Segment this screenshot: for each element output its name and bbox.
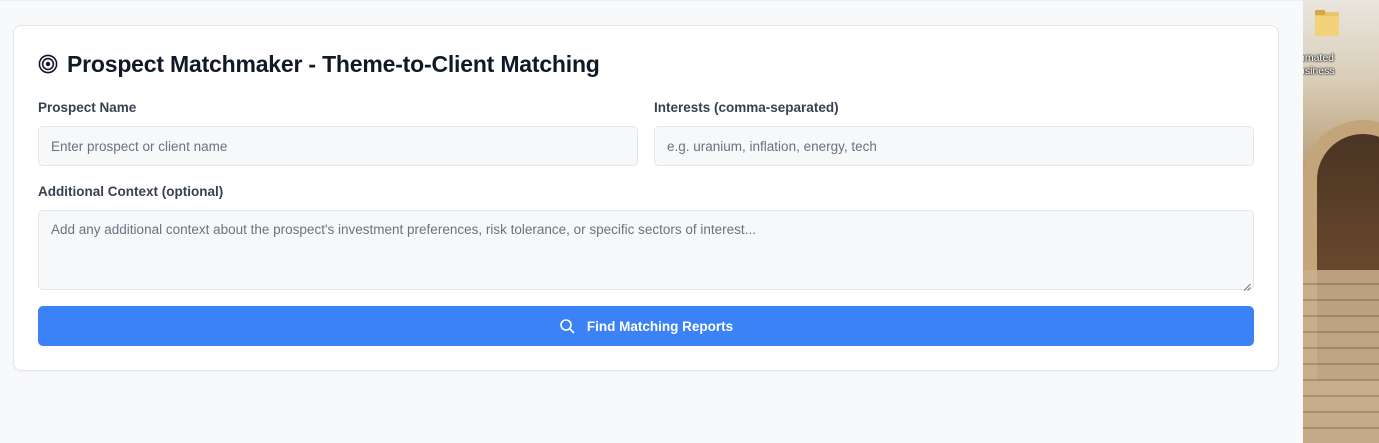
interests-input[interactable]: e.g. uranium, inflation, energy, tech: [654, 126, 1254, 166]
desktop-background: omated usiness: [1303, 0, 1379, 443]
desktop-shortcut-label-line2: usiness: [1303, 65, 1335, 77]
resize-grip-icon[interactable]: [1243, 279, 1251, 291]
additional-context-label: Additional Context (optional): [38, 184, 224, 199]
target-icon: [38, 54, 58, 74]
find-matching-reports-label: Find Matching Reports: [586, 318, 734, 334]
folder-icon[interactable]: [1315, 8, 1339, 38]
top-divider: [0, 0, 1303, 1]
prospect-name-label: Prospect Name: [38, 100, 137, 115]
find-matching-reports-button[interactable]: Find Matching Reports: [38, 306, 1254, 346]
page-title: Prospect Matchmaker - Theme-to-Client Ma…: [38, 50, 600, 78]
prospect-name-input[interactable]: Enter prospect or client name: [38, 126, 638, 166]
desktop-shortcut-label-line1: omated: [1303, 52, 1335, 64]
additional-context-textarea[interactable]: Add any additional context about the pro…: [38, 210, 1254, 291]
stone-wall: [1303, 270, 1379, 443]
search-icon: [559, 318, 575, 334]
app-area: Prospect Matchmaker - Theme-to-Client Ma…: [0, 0, 1303, 443]
additional-context-placeholder: Add any additional context about the pro…: [51, 222, 756, 237]
prospect-name-placeholder: Enter prospect or client name: [51, 138, 228, 154]
matchmaker-card: Prospect Matchmaker - Theme-to-Client Ma…: [13, 25, 1279, 371]
page-title-text: Prospect Matchmaker - Theme-to-Client Ma…: [67, 50, 600, 77]
interests-label: Interests (comma-separated): [654, 100, 839, 115]
desktop-shortcut-label[interactable]: omated usiness: [1303, 52, 1359, 78]
interests-placeholder: e.g. uranium, inflation, energy, tech: [667, 138, 877, 154]
